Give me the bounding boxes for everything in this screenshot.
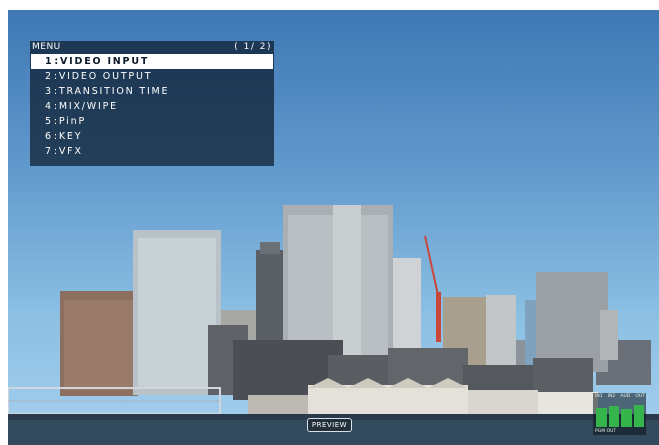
menu-item-key[interactable]: 6:KEY bbox=[30, 129, 274, 144]
meter-bar bbox=[596, 407, 607, 427]
menu-item-label: TRANSITION TIME bbox=[58, 86, 170, 97]
meter-label-in1: IN1 bbox=[595, 394, 603, 399]
menu-item-label: VFX bbox=[58, 146, 83, 157]
meter-label-out: OUT bbox=[635, 394, 645, 399]
meter-footer: PGM OUT bbox=[595, 429, 617, 434]
menu-page-indicator: ( 1/ 2) bbox=[234, 42, 272, 52]
meter-bar bbox=[608, 405, 619, 427]
meter-bars bbox=[596, 401, 644, 427]
menu-item-number: 7 bbox=[45, 146, 53, 157]
menu-header: MENU ( 1/ 2) bbox=[30, 41, 274, 54]
menu-item-pinp[interactable]: 5:PinP bbox=[30, 114, 274, 129]
menu-item-video-output[interactable]: 2:VIDEO OUTPUT bbox=[30, 69, 274, 84]
menu-item-label: KEY bbox=[58, 131, 83, 142]
menu-item-number: 6 bbox=[45, 131, 53, 142]
meter-bar bbox=[621, 408, 632, 427]
menu-item-label: PinP bbox=[58, 116, 86, 127]
menu-item-label: VIDEO INPUT bbox=[60, 56, 150, 67]
meter-label-aud: AUD bbox=[620, 394, 631, 399]
meter-label-in2: IN2 bbox=[607, 394, 616, 399]
menu-title: MENU bbox=[32, 42, 61, 52]
menu-item-number: 4 bbox=[45, 101, 53, 112]
menu-item-number: 5 bbox=[45, 116, 53, 127]
menu-item-transition-time[interactable]: 3:TRANSITION TIME bbox=[30, 84, 274, 99]
menu-item-mix-wipe[interactable]: 4:MIX/WIPE bbox=[30, 99, 274, 114]
menu-item-video-input[interactable]: 1:VIDEO INPUT bbox=[31, 54, 273, 69]
meter-labels: IN1 IN2 AUD OUT bbox=[595, 394, 645, 399]
audio-level-meter: IN1 IN2 AUD OUT PGM OUT bbox=[593, 393, 646, 435]
menu-item-label: VIDEO OUTPUT bbox=[58, 71, 153, 82]
preview-badge: PREVIEW bbox=[307, 418, 352, 432]
meter-bar bbox=[633, 404, 644, 427]
menu-item-number: 3 bbox=[45, 86, 53, 97]
menu-item-label: MIX/WIPE bbox=[58, 101, 118, 112]
menu-item-vfx[interactable]: 7:VFX bbox=[30, 144, 274, 159]
menu-item-number: 1 bbox=[45, 56, 54, 67]
preview-screen: MENU ( 1/ 2) 1:VIDEO INPUT 2:VIDEO OUTPU… bbox=[8, 10, 659, 445]
menu-item-number: 2 bbox=[45, 71, 53, 82]
menu-panel: MENU ( 1/ 2) 1:VIDEO INPUT 2:VIDEO OUTPU… bbox=[30, 41, 274, 166]
